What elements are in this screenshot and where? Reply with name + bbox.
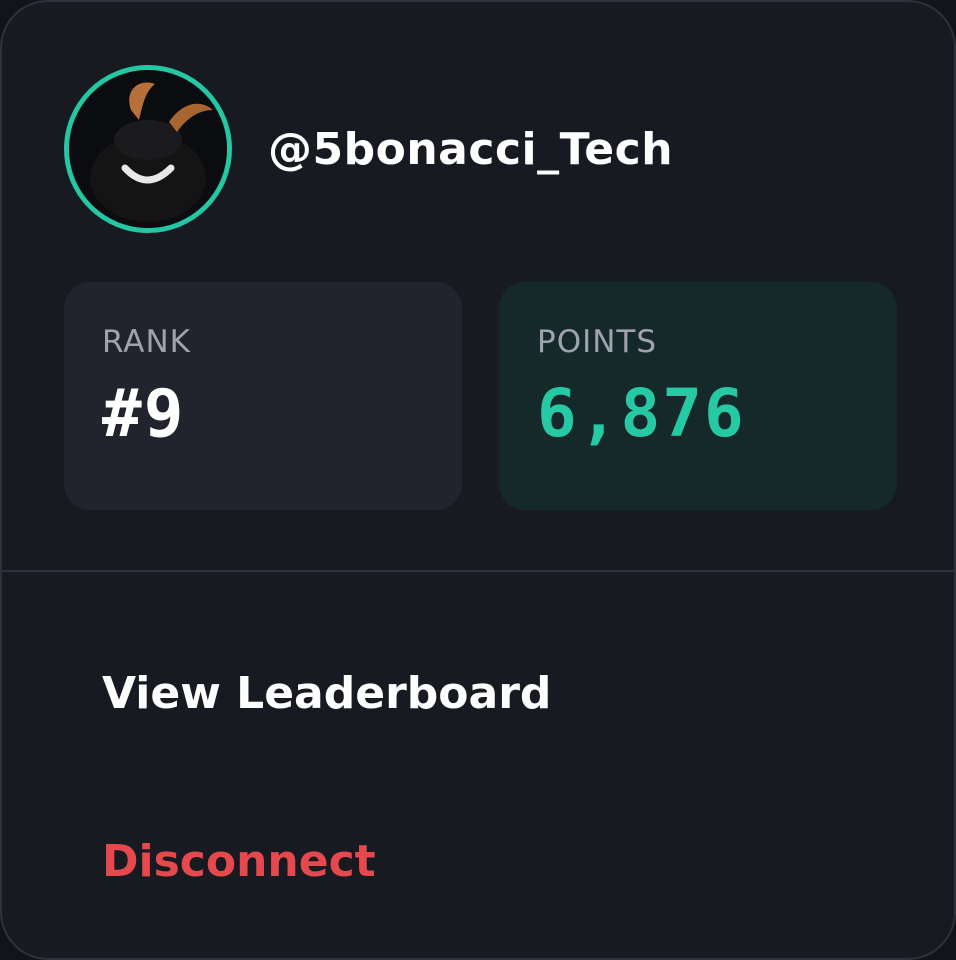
- username: @5bonacci_Tech: [268, 123, 674, 175]
- menu-divider: [2, 570, 954, 572]
- avatar-image: [69, 70, 227, 228]
- profile-header: @5bonacci_Tech: [64, 64, 673, 234]
- points-label: POINTS: [537, 324, 658, 360]
- disconnect-button[interactable]: Disconnect: [102, 834, 376, 890]
- rank-label: RANK: [102, 324, 192, 360]
- points-card: POINTS 6,876: [499, 282, 897, 510]
- rank-value: #9: [102, 375, 186, 452]
- avatar: [64, 65, 232, 233]
- points-value: 6,876: [537, 375, 746, 452]
- rank-card: RANK #9: [64, 282, 462, 510]
- view-leaderboard-button[interactable]: View Leaderboard: [102, 666, 551, 722]
- account-dropdown-panel: @5bonacci_Tech RANK #9 POINTS 6,876 View…: [0, 0, 956, 960]
